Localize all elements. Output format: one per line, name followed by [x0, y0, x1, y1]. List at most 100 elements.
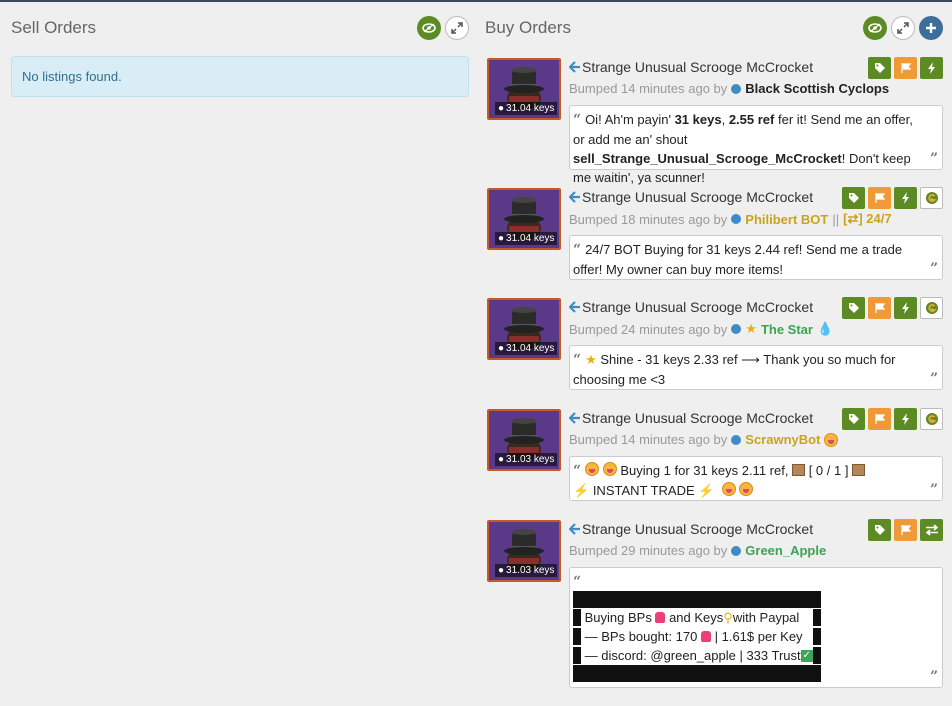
item-name-link[interactable]: Strange Unusual Scrooge McCrocket — [569, 189, 813, 205]
item-thumbnail[interactable]: ● 31.04 keys — [487, 58, 561, 120]
price-check-button[interactable] — [868, 519, 891, 541]
bumped-line: Bumped 14 minutes ago by Black Scottish … — [569, 81, 889, 96]
item-name: Strange Unusual Scrooge McCrocket — [582, 521, 814, 537]
flag-icon — [900, 63, 911, 73]
quote-open-icon: “ — [573, 463, 582, 479]
shopping-bag-icon — [655, 612, 666, 623]
tag-icon — [874, 525, 885, 535]
report-button[interactable] — [894, 519, 917, 541]
listing-actions — [868, 57, 943, 79]
sell-header-buttons — [417, 16, 469, 40]
price-check-button[interactable] — [842, 408, 865, 430]
report-button[interactable] — [868, 408, 891, 430]
price-tag: ● 31.04 keys — [495, 102, 558, 115]
message-sep: , — [721, 112, 729, 127]
online-status-dot-icon — [731, 324, 742, 334]
block-edge — [813, 609, 821, 626]
item-thumbnail[interactable]: ● 31.04 keys — [487, 298, 561, 360]
user-link[interactable]: Black Scottish Cyclops — [745, 81, 889, 96]
key-icon: ⚲ — [723, 610, 733, 625]
price-value: 31.04 keys — [506, 343, 555, 354]
bumped-text: Bumped 14 minutes ago by — [569, 81, 728, 96]
tag-icon: ● — [498, 103, 505, 114]
price-check-button[interactable] — [842, 297, 865, 319]
user-link[interactable]: Green_Apple — [745, 543, 826, 558]
instant-trade-button[interactable] — [920, 57, 943, 79]
message-ref: 2.55 ref — [728, 112, 775, 127]
user-link[interactable]: ScrawnyBot — [745, 432, 820, 447]
tongue-face-icon — [585, 462, 600, 476]
user-link[interactable]: The Star — [761, 322, 813, 337]
user-link[interactable]: Philibert BOT — [745, 212, 828, 227]
message-text: — BPs bought: 170 — [584, 629, 698, 644]
arrow-left-icon — [569, 191, 580, 203]
report-button[interactable] — [868, 297, 891, 319]
bumped-text: Bumped 14 minutes ago by — [569, 432, 728, 447]
quote-open-icon: “ — [573, 242, 582, 258]
item-thumbnail[interactable]: ● 31.03 keys — [487, 409, 561, 471]
buy-orders-title: Buy Orders — [485, 18, 571, 37]
item-name-link[interactable]: Strange Unusual Scrooge McCrocket — [569, 59, 813, 75]
profile-badge-button[interactable] — [920, 408, 943, 430]
tag-icon — [874, 63, 885, 73]
tag-icon — [848, 414, 859, 424]
flag-icon — [874, 414, 885, 424]
price-check-button[interactable] — [842, 187, 865, 209]
bolt-icon — [901, 302, 909, 314]
bumped-text: Bumped 24 minutes ago by — [569, 321, 728, 337]
item-name-link[interactable]: Strange Unusual Scrooge McCrocket — [569, 521, 813, 537]
tongue-face-icon — [824, 432, 839, 447]
item-thumbnail[interactable]: ● 31.03 keys — [487, 520, 561, 582]
item-thumbnail[interactable]: ● 31.04 keys — [487, 188, 561, 250]
arrow-left-icon — [569, 61, 580, 73]
toggle-visibility-button[interactable] — [417, 16, 441, 40]
block-border-bottom — [573, 665, 821, 682]
profile-badge-button[interactable] — [920, 297, 943, 319]
price-value: 31.04 keys — [506, 233, 555, 244]
price-tag: ● 31.03 keys — [495, 564, 558, 577]
add-listing-button[interactable] — [919, 16, 943, 40]
tag-icon: ● — [498, 565, 505, 576]
star-icon: ★ — [745, 321, 757, 336]
report-button[interactable] — [894, 57, 917, 79]
message-text: Buying BPs — [584, 610, 652, 625]
listing-actions — [842, 408, 943, 430]
message-keys: 31 keys — [674, 112, 722, 127]
price-check-button[interactable] — [868, 57, 891, 79]
expand-button[interactable] — [891, 16, 915, 40]
instant-trade-button[interactable] — [894, 297, 917, 319]
report-button[interactable] — [868, 187, 891, 209]
package-icon — [852, 464, 866, 476]
online-status-dot-icon — [731, 83, 742, 94]
message-text: 24/7 BOT Buying for 31 keys 2.44 ref! Se… — [573, 242, 903, 277]
message-text: Shine - 31 keys 2.33 ref ⟶ Thank you so … — [573, 352, 896, 387]
listing-actions — [842, 187, 943, 209]
listing-actions — [868, 519, 943, 541]
send-offer-button[interactable] — [920, 519, 943, 541]
online-status-dot-icon — [731, 545, 742, 556]
top-border — [0, 0, 952, 2]
quote-open-icon: “ — [573, 112, 582, 128]
bumped-line: Bumped 14 minutes ago by ScrawnyBot — [569, 432, 839, 447]
listing-message: “ Buying BPs and Keys ⚲ with Paypal — BPs … — [569, 567, 943, 688]
bumped-text: Bumped 18 minutes ago by — [569, 211, 728, 227]
toggle-visibility-button[interactable] — [863, 16, 887, 40]
item-name-link[interactable]: Strange Unusual Scrooge McCrocket — [569, 299, 813, 315]
profile-badge-button[interactable] — [920, 187, 943, 209]
bumped-line: Bumped 29 minutes ago by Green_Apple — [569, 543, 826, 558]
flag-icon — [900, 525, 911, 535]
price-tag: ● 31.04 keys — [495, 342, 558, 355]
instant-trade-button[interactable] — [894, 408, 917, 430]
item-name-link[interactable]: Strange Unusual Scrooge McCrocket — [569, 410, 813, 426]
expand-button[interactable] — [445, 16, 469, 40]
instant-trade-button[interactable] — [894, 187, 917, 209]
tongue-face-icon — [602, 462, 617, 476]
message-text: Buying 1 for 31 keys 2.11 ref, — [620, 463, 789, 478]
bolt-icon — [901, 413, 909, 425]
bolt-icon — [927, 62, 935, 74]
flag-icon — [874, 303, 885, 313]
listing-message: “★ Shine - 31 keys 2.33 ref ⟶ Thank you … — [569, 345, 943, 390]
message-line: Buying BPs and Keys ⚲ with Paypal — [573, 608, 924, 627]
quote-open-icon: “ — [573, 574, 582, 590]
price-value: 31.04 keys — [506, 103, 555, 114]
